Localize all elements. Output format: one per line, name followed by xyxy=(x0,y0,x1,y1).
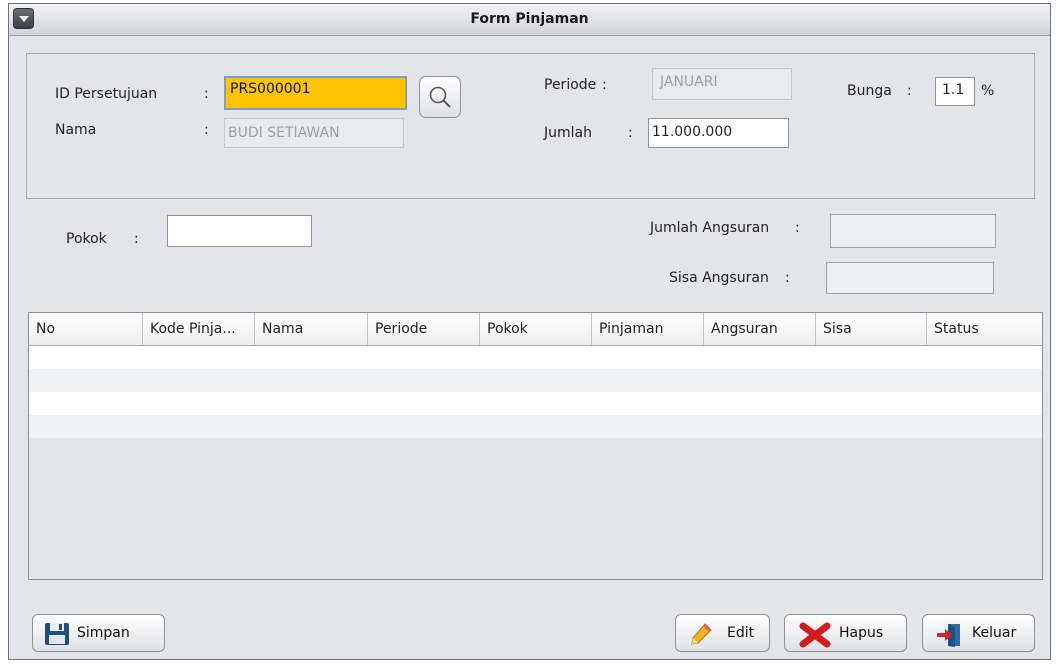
table-row[interactable] xyxy=(29,346,1042,369)
edit-label: Edit xyxy=(727,625,755,641)
id-persetujuan-input[interactable]: PRS000001 xyxy=(224,76,407,110)
pencil-icon xyxy=(691,623,712,645)
jumlah-input[interactable]: 11.000.000 xyxy=(648,118,789,148)
bunga-input[interactable]: 1.1 xyxy=(935,77,975,106)
hapus-button[interactable]: Hapus xyxy=(784,614,907,652)
column-header-angsuran[interactable]: Angsuran xyxy=(704,313,816,345)
form-pinjaman-window: Form Pinjaman ID Persetujuan : PRS000001… xyxy=(8,3,1051,660)
id-persetujuan-label: ID Persetujuan xyxy=(55,86,158,102)
red-x-icon xyxy=(799,622,831,648)
pokok-input[interactable] xyxy=(167,215,312,247)
title-bar: Form Pinjaman xyxy=(9,4,1050,36)
column-header-pokok[interactable]: Pokok xyxy=(480,313,592,345)
column-header-sisa[interactable]: Sisa xyxy=(816,313,927,345)
pokok-colon: : xyxy=(134,231,139,247)
keluar-button[interactable]: Keluar xyxy=(922,614,1035,652)
table-header: No Kode Pinja... Nama Periode Pokok Pinj… xyxy=(29,313,1042,346)
sisa-angsuran-label: Sisa Angsuran xyxy=(669,270,769,286)
column-header-nama[interactable]: Nama xyxy=(255,313,368,345)
window-title: Form Pinjaman xyxy=(470,11,589,27)
sisa-angsuran-colon: : xyxy=(785,270,790,286)
column-header-kode-pinjaman[interactable]: Kode Pinja... xyxy=(143,313,255,345)
edit-button[interactable]: Edit xyxy=(675,614,770,652)
bunga-colon: : xyxy=(907,83,912,99)
jumlah-label: Jumlah xyxy=(544,125,592,141)
nama-field: BUDI SETIAWAN xyxy=(224,118,404,148)
simpan-button[interactable]: Simpan xyxy=(32,614,165,652)
bunga-label: Bunga xyxy=(847,83,892,99)
periode-colon: : xyxy=(602,77,607,93)
jumlah-angsuran-label: Jumlah Angsuran xyxy=(650,220,770,236)
pinjaman-table[interactable]: No Kode Pinja... Nama Periode Pokok Pinj… xyxy=(28,312,1043,580)
nama-colon: : xyxy=(204,122,209,138)
header-panel xyxy=(26,53,1035,199)
id-persetujuan-colon: : xyxy=(204,86,209,102)
search-icon xyxy=(429,86,451,108)
periode-field: JANUARI xyxy=(652,68,792,100)
column-header-periode[interactable]: Periode xyxy=(368,313,480,345)
sisa-angsuran-field xyxy=(826,262,994,294)
floppy-disk-icon xyxy=(45,623,69,645)
nama-label: Nama xyxy=(55,122,97,138)
table-row[interactable] xyxy=(29,392,1042,415)
jumlah-angsuran-field xyxy=(830,214,996,248)
jumlah-angsuran-colon: : xyxy=(795,220,800,236)
jumlah-colon: : xyxy=(628,125,633,141)
bunga-unit: % xyxy=(981,83,995,99)
hapus-label: Hapus xyxy=(839,625,884,641)
table-row[interactable] xyxy=(29,369,1042,392)
keluar-label: Keluar xyxy=(972,625,1017,641)
table-row[interactable] xyxy=(29,415,1042,438)
periode-label: Periode xyxy=(544,77,597,93)
exit-door-icon xyxy=(937,624,960,647)
column-header-status[interactable]: Status xyxy=(927,313,1042,345)
column-header-no[interactable]: No xyxy=(29,313,143,345)
search-button[interactable] xyxy=(419,76,461,118)
simpan-label: Simpan xyxy=(77,625,130,641)
column-header-pinjaman[interactable]: Pinjaman xyxy=(592,313,704,345)
pokok-label: Pokok xyxy=(66,231,107,247)
